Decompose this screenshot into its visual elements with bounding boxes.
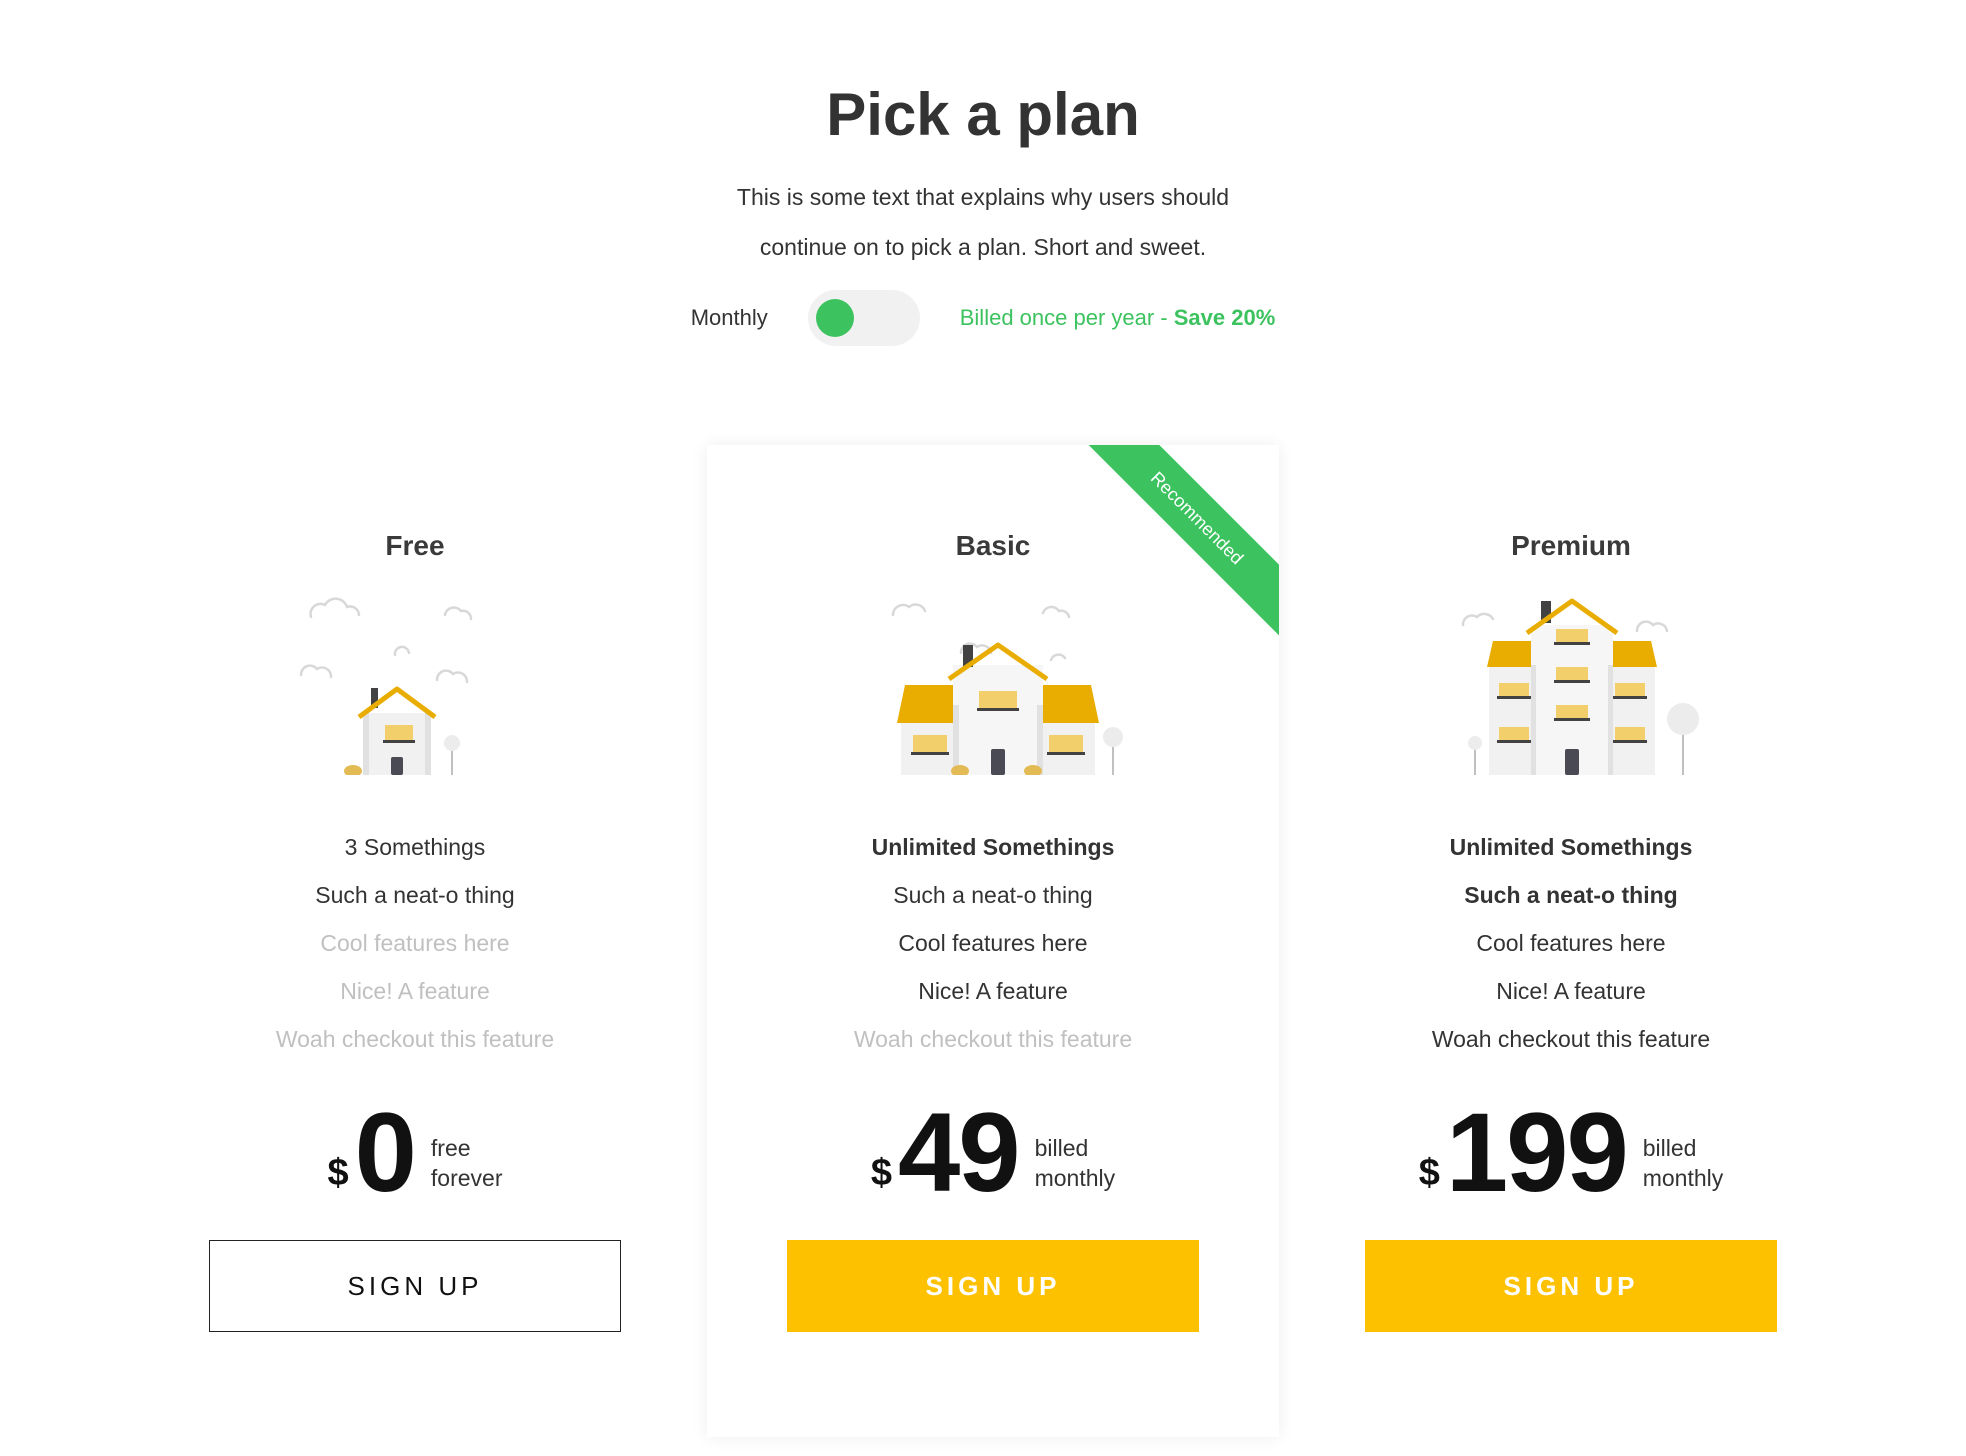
feature-item: Cool features here (1476, 930, 1666, 956)
price-note-line-1: billed (1642, 1135, 1697, 1161)
feature-item: Such a neat-o thing (893, 882, 1093, 908)
feature-item: Cool features here (320, 930, 510, 956)
price-note-line-2: monthly (1034, 1165, 1116, 1191)
feature-item: Woah checkout this feature (1431, 1026, 1711, 1052)
signup-button-basic[interactable]: SIGN UP (787, 1240, 1199, 1332)
price-note-line-1: billed (1034, 1135, 1089, 1161)
feature-item: Unlimited Somethings (871, 834, 1115, 860)
page-title: Pick a plan (826, 81, 1140, 148)
feature-item: Cool features here (898, 930, 1088, 956)
feature-list: Unlimited Somethings Such a neat-o thing… (707, 823, 1279, 1063)
price-note-line-2: forever (430, 1165, 503, 1191)
price-note: free forever (431, 1133, 503, 1193)
intro-text: This is some text that explains why user… (0, 172, 1966, 272)
signup-button-free[interactable]: SIGN UP (209, 1240, 621, 1332)
feature-item: Nice! A feature (340, 978, 490, 1004)
save-badge: Save 20% (1173, 305, 1276, 330)
currency-symbol: $ (870, 1152, 892, 1194)
price-amount: 199 (1445, 1090, 1629, 1215)
plan-card-premium: Premium Unlimited Somethings Such a neat… (1285, 445, 1857, 1437)
yearly-label-text: Billed once per year - (959, 305, 1174, 330)
feature-list: 3 Somethings Such a neat-o thing Cool fe… (129, 823, 701, 1063)
price-amount: 0 (354, 1090, 417, 1215)
feature-item: 3 Somethings (344, 834, 486, 860)
currency-symbol: $ (1418, 1152, 1440, 1194)
feature-item: Unlimited Somethings (1449, 834, 1693, 860)
billing-switch[interactable] (807, 290, 920, 346)
price: $ 49 billed monthly (707, 1093, 1279, 1213)
feature-item: Woah checkout this feature (275, 1026, 555, 1052)
price-note-line-1: free (430, 1135, 471, 1161)
price: $ 0 free forever (129, 1093, 701, 1213)
signup-button-premium[interactable]: SIGN UP (1365, 1240, 1777, 1332)
yearly-label[interactable]: Billed once per year - Save 20% (960, 305, 1276, 331)
plan-card-free: Free 3 Somethings Such a neat-o thing Co… (129, 445, 701, 1437)
feature-item: Woah checkout this feature (853, 1026, 1133, 1052)
feature-item: Nice! A feature (918, 978, 1068, 1004)
currency-symbol: $ (327, 1152, 349, 1194)
switch-knob[interactable] (815, 299, 854, 337)
price-note-line-2: monthly (1642, 1165, 1724, 1191)
price: $ 199 billed monthly (1285, 1093, 1857, 1213)
plan-card-basic: Recommended Basic Unlimited Somethings S… (707, 445, 1279, 1437)
price-note: billed monthly (1035, 1133, 1116, 1193)
intro-line-1: This is some text that explains why user… (736, 184, 1230, 210)
feature-item: Such a neat-o thing (315, 882, 515, 908)
billing-toggle: Monthly Billed once per year - Save 20% (0, 290, 1966, 346)
feature-item: Nice! A feature (1496, 978, 1646, 1004)
small-house-icon (299, 597, 473, 775)
large-house-icon (1461, 598, 1699, 775)
feature-list: Unlimited Somethings Such a neat-o thing… (1285, 823, 1857, 1063)
intro-line-2: continue on to pick a plan. Short and sw… (759, 234, 1207, 260)
medium-house-icon (891, 603, 1123, 775)
monthly-label[interactable]: Monthly (691, 305, 768, 331)
feature-item: Such a neat-o thing (1464, 882, 1678, 908)
price-amount: 49 (898, 1090, 1021, 1215)
price-note: billed monthly (1643, 1133, 1724, 1193)
